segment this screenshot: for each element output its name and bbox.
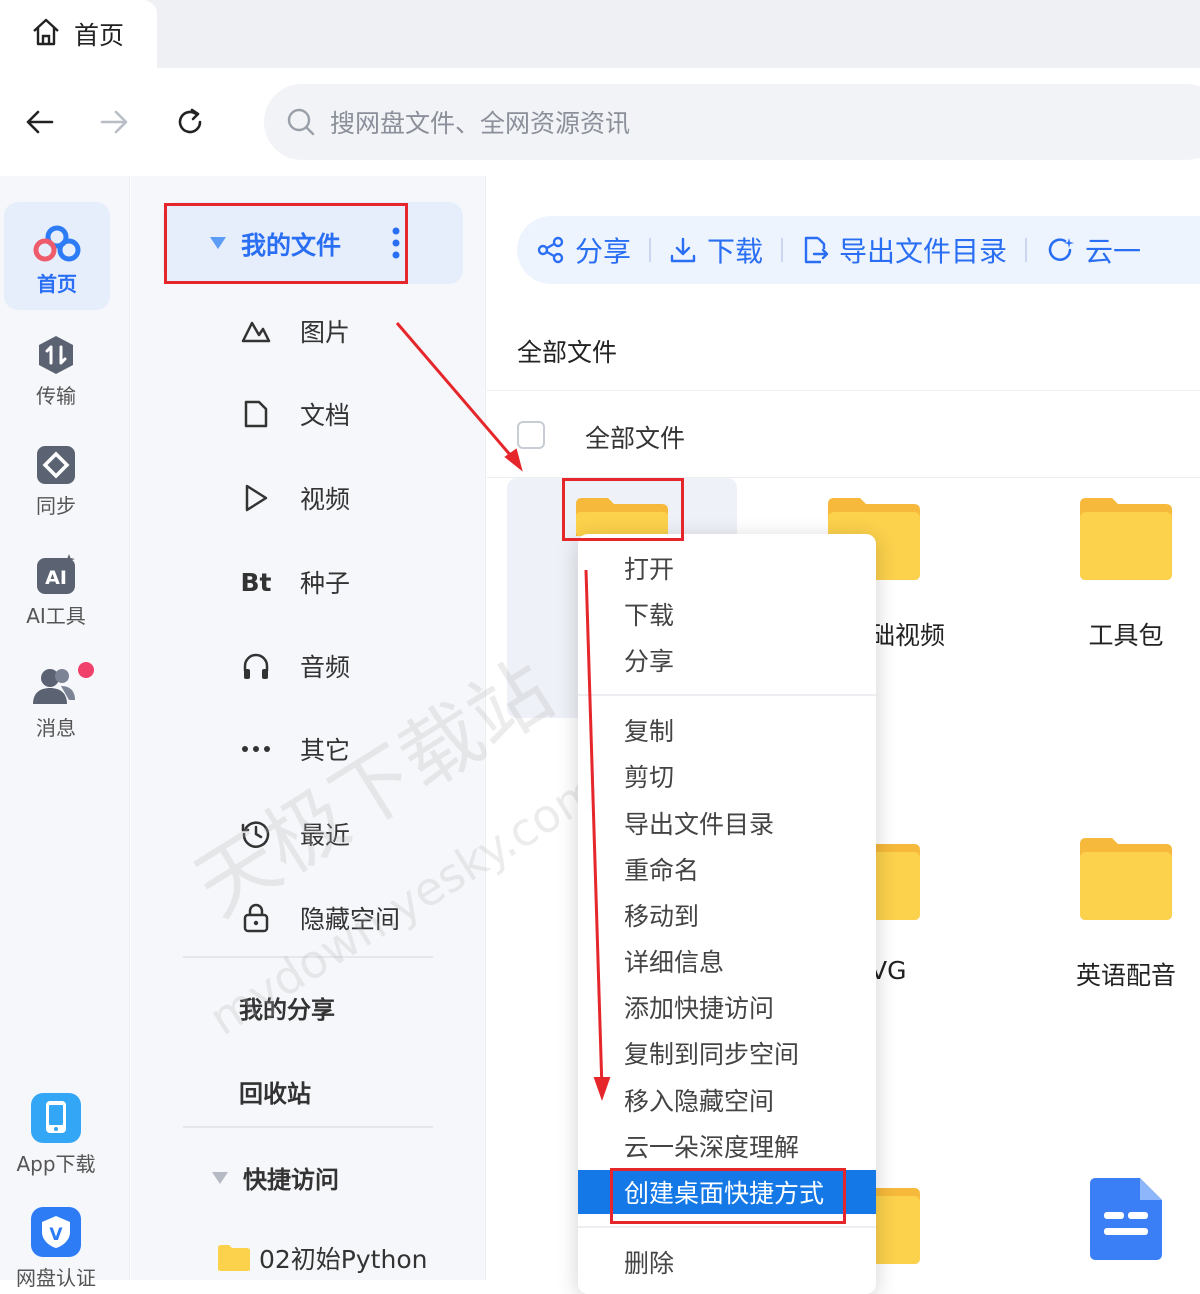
annotation-arrows bbox=[395, 322, 611, 1102]
